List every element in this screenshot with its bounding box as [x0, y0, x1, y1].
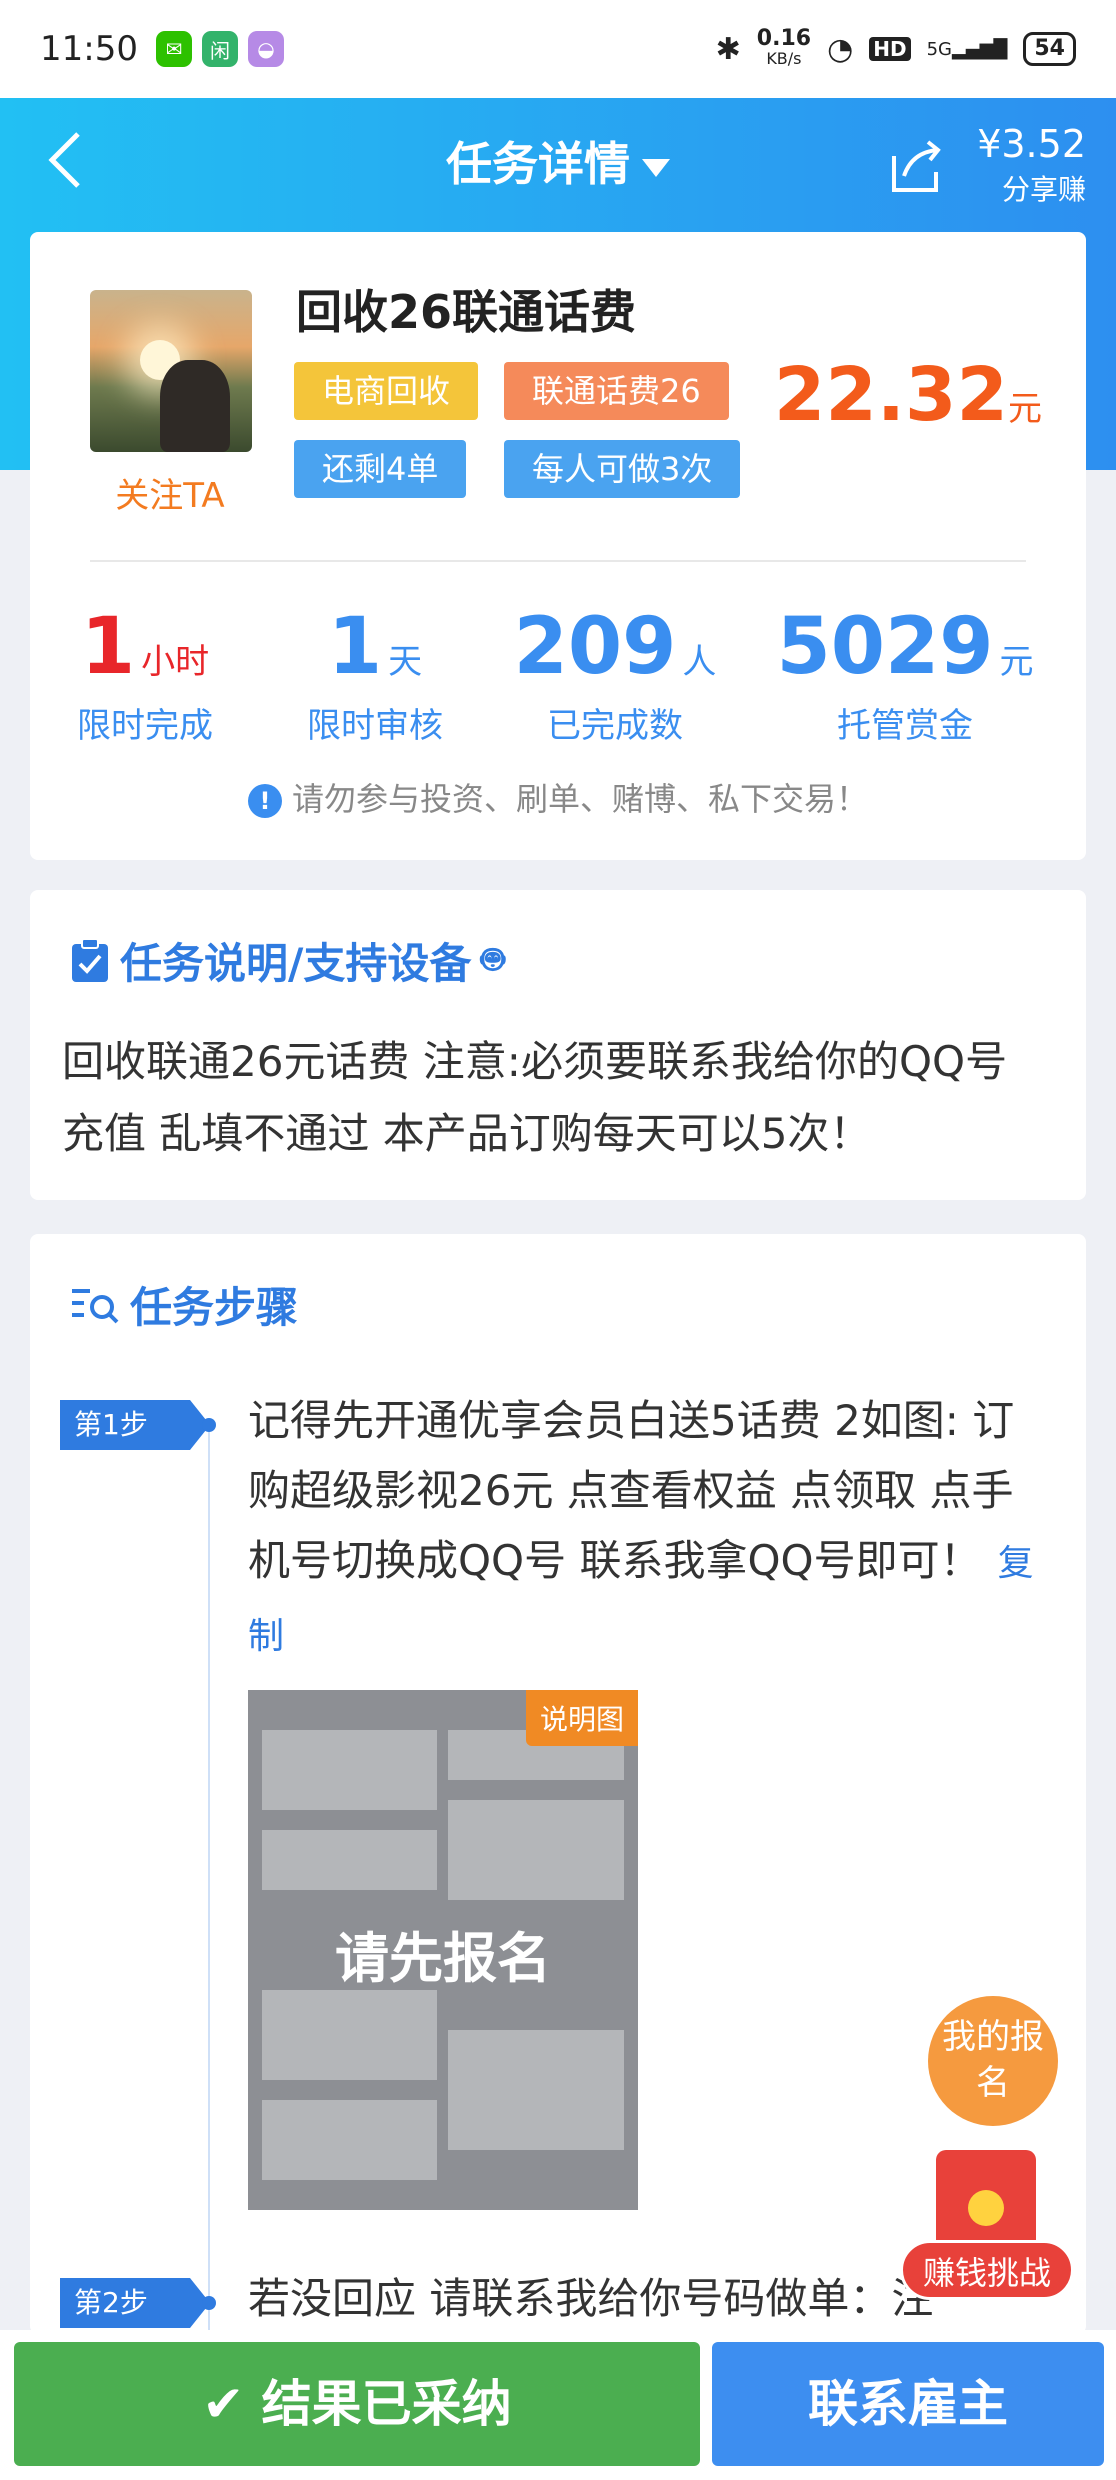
step-1-badge: 第1步: [60, 1400, 210, 1450]
share-label: 分享赚: [1001, 173, 1086, 206]
earn-challenge-label: 赚钱挑战: [900, 2240, 1074, 2300]
checkmark-icon: ✔: [202, 2375, 262, 2433]
result-accepted-button[interactable]: ✔ 结果已采纳: [14, 2342, 700, 2466]
wechat-icon: ✉: [155, 31, 192, 67]
android-icon: 🤖︎: [481, 936, 505, 981]
image-label: 说明图: [525, 1690, 638, 1746]
stat-review-time: 1天 限时审核: [307, 602, 443, 746]
follow-button[interactable]: 关注TA: [70, 468, 270, 517]
warning-notice: ! 请勿参与投资、刷单、赌博、私下交易！: [30, 774, 1086, 820]
dropdown-triangle-icon: [642, 158, 670, 177]
description-text: 回收联通26元话费 注意:必须要联系我给你的QQ号充值 乱填不通过 本产品订购每…: [62, 1037, 1008, 1158]
net-speed: 0.16 KB/s: [756, 26, 812, 69]
hd-badge: HD: [869, 37, 911, 61]
xianyu-icon: 闲: [201, 31, 238, 67]
signal-icon: 5G▂▄▆█: [926, 38, 1008, 60]
contact-employer-button[interactable]: 联系雇主: [712, 2342, 1104, 2466]
tag-limit: 每人可做3次: [504, 440, 741, 498]
steps-heading: 任务步骤: [70, 1274, 298, 1335]
clipboard-check-icon: [72, 937, 108, 982]
status-time: 11:50: [40, 29, 138, 69]
avatar[interactable]: [90, 290, 252, 452]
share-icon: [892, 140, 941, 192]
step-1-image[interactable]: 说明图 请先报名: [248, 1690, 638, 2210]
bottom-action-bar: ✔ 结果已采纳 联系雇主: [0, 2330, 1116, 2480]
step-1-text: 记得先开通优享会员白送5话费 2如图: 订购超级影视26元 点查看权益 点领取 …: [248, 1396, 1034, 1657]
step-2-dot: [202, 2296, 216, 2310]
task-price: 22.32元: [773, 352, 1042, 438]
divider: [90, 560, 1026, 562]
task-description-card: 任务说明/支持设备 🤖︎ 回收联通26元话费 注意:必须要联系我给你的QQ号充值…: [30, 890, 1086, 1200]
tag-remaining: 还剩4单: [294, 440, 467, 498]
top-nav: 任务详情 ¥3.52 分享赚: [0, 98, 1116, 228]
step-2-badge: 第2步: [60, 2278, 210, 2328]
steps-timeline: [208, 1424, 210, 2344]
stat-escrow-reward: 5029 元 托管赏金: [776, 602, 1034, 746]
exclamation-icon: !: [247, 784, 282, 818]
app-icon: ◒: [247, 31, 284, 67]
bluetooth-icon: ✱: [715, 31, 741, 67]
stat-complete-time: 1 小时 限时完成: [77, 602, 213, 746]
status-bar: 11:50 ✉ 闲 ◒ ✱ 0.16 KB/s ◔ HD 5G▂▄▆█ 54: [0, 0, 1116, 98]
stat-completed-count: 209 人 已完成数: [513, 602, 717, 746]
description-heading: 任务说明/支持设备 🤖︎: [70, 930, 514, 991]
signup-first-overlay: 请先报名: [335, 1927, 551, 1990]
my-signup-button[interactable]: 我的报名: [928, 1996, 1058, 2126]
step-1-dot: [202, 1418, 216, 1432]
tag-category: 电商回收: [294, 362, 479, 420]
share-amount: ¥3.52: [977, 122, 1086, 166]
task-title: 回收26联通话费: [296, 285, 637, 339]
battery-indicator: 54: [1023, 32, 1076, 66]
task-summary-card: 关注TA 回收26联通话费 电商回收 联通话费26 还剩4单 每人可做3次 22…: [30, 232, 1086, 860]
list-search-icon: [72, 1288, 119, 1323]
tag-type: 联通话费26: [504, 362, 729, 420]
earn-challenge-button[interactable]: 赚钱挑战: [900, 2150, 1074, 2310]
wifi-icon: ◔: [827, 31, 854, 67]
share-earn-button[interactable]: ¥3.52 分享赚: [886, 122, 1086, 206]
